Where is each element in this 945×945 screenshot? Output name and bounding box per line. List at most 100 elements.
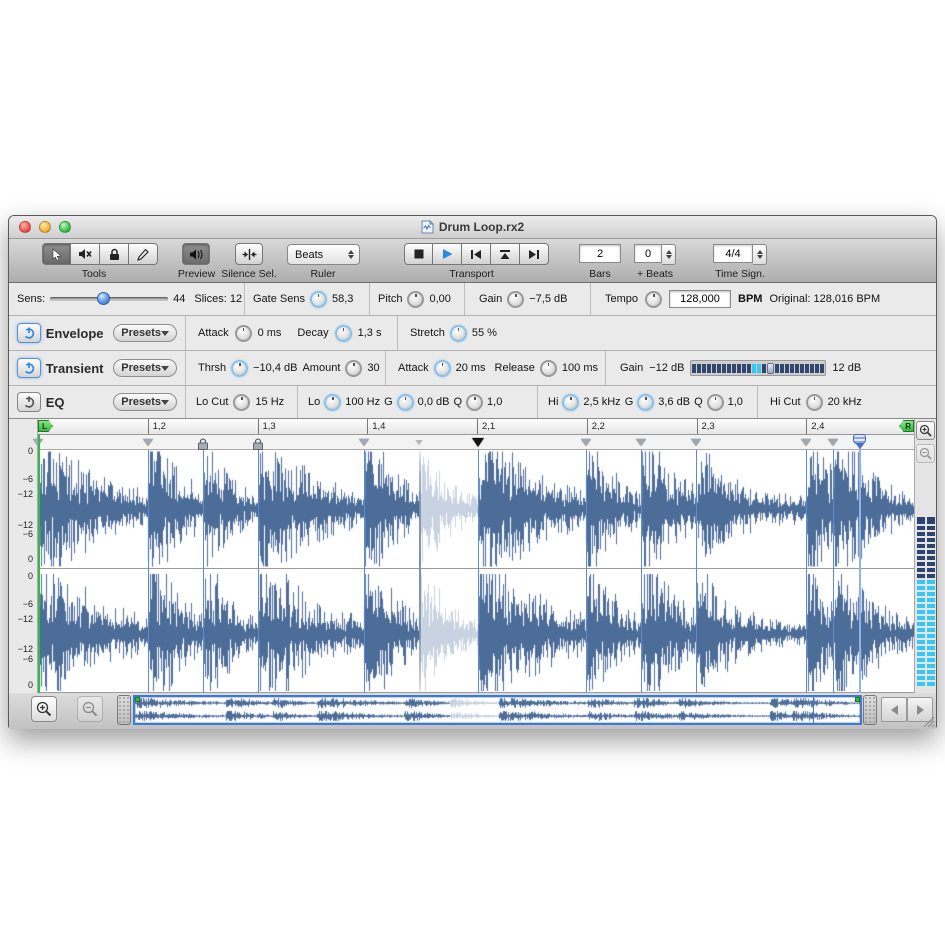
hi-freq-knob[interactable] xyxy=(562,394,579,411)
left-locator-line[interactable] xyxy=(38,434,40,693)
mute-tool-button[interactable] xyxy=(71,243,100,265)
play-button[interactable] xyxy=(433,243,462,265)
pencil-tool-button[interactable] xyxy=(129,243,158,265)
eq-presets-button[interactable]: Presets xyxy=(113,393,177,411)
timesig-stepper[interactable] xyxy=(753,244,767,265)
slice-line[interactable] xyxy=(806,450,807,693)
slice-marker[interactable] xyxy=(143,439,153,446)
amount-knob[interactable] xyxy=(345,360,362,377)
overview-left-handle[interactable] xyxy=(117,695,131,725)
preview-button[interactable] xyxy=(182,243,210,265)
lo-q-knob[interactable] xyxy=(466,394,483,411)
slice-marker[interactable] xyxy=(359,439,369,446)
slice-line[interactable] xyxy=(478,450,479,693)
arrow-tool-button[interactable] xyxy=(42,243,71,265)
tr-attack-value: 20 ms xyxy=(456,362,486,374)
lock-tool-button[interactable] xyxy=(100,243,129,265)
transient-presets-button[interactable]: Presets xyxy=(113,359,177,377)
beat-ruler[interactable]: 11,21,31,42,12,22,32,4LR xyxy=(38,419,916,435)
slice-marker[interactable] xyxy=(636,439,646,446)
overview-waveform[interactable] xyxy=(135,697,860,723)
meter-row xyxy=(917,652,935,656)
slice-line[interactable] xyxy=(148,450,149,693)
tr-attack-knob[interactable] xyxy=(434,360,451,377)
scroll-left-button[interactable] xyxy=(881,697,907,722)
tempo-field[interactable] xyxy=(669,290,731,308)
go-to-start-button[interactable] xyxy=(462,243,491,265)
slice-line[interactable] xyxy=(641,450,642,693)
resize-handle[interactable] xyxy=(922,715,935,728)
transient-power-button[interactable] xyxy=(17,358,41,378)
slice-line[interactable] xyxy=(696,450,697,693)
right-locator-flag[interactable]: R xyxy=(899,420,914,432)
titlebar[interactable]: Drum Loop.rx2 xyxy=(9,216,936,239)
hi-gain-knob[interactable] xyxy=(637,394,654,411)
return-to-marker-button[interactable] xyxy=(491,243,520,265)
playhead-marker[interactable] xyxy=(853,434,866,444)
silence-selection-button[interactable] xyxy=(235,243,263,265)
gate-sens-knob[interactable] xyxy=(310,291,327,308)
thrsh-knob[interactable] xyxy=(231,360,248,377)
lo-g-label: G xyxy=(384,396,393,408)
slice-marker[interactable] xyxy=(691,439,701,446)
left-locator-flag[interactable]: L xyxy=(38,420,53,432)
hicut-knob[interactable] xyxy=(806,394,823,411)
slice-line[interactable] xyxy=(364,450,365,693)
meter-row xyxy=(917,538,935,542)
envelope-power-button[interactable] xyxy=(17,323,41,343)
overview-playhead xyxy=(813,697,814,723)
hi-q-knob[interactable] xyxy=(707,394,724,411)
slice-marker[interactable] xyxy=(828,439,838,446)
meter-segment xyxy=(790,364,794,373)
ruler-units-popup[interactable]: Beats xyxy=(287,244,360,265)
lo-freq-knob[interactable] xyxy=(324,394,341,411)
slice-line[interactable] xyxy=(586,450,587,693)
bars-field[interactable] xyxy=(579,244,621,263)
horizontal-zoom-in-button[interactable] xyxy=(31,696,57,722)
waveform-editor[interactable]: 11,21,31,42,12,22,32,4LR xyxy=(38,419,916,693)
beats-stepper[interactable] xyxy=(662,244,676,265)
transient-gain-meter[interactable] xyxy=(690,360,826,376)
bottom-bar xyxy=(9,693,936,729)
meter-row xyxy=(917,562,935,566)
global-params-row: Sens: 44 Slices: 12 Gate Sens 58,3 Pitch… xyxy=(9,283,936,316)
stop-button[interactable] xyxy=(404,243,433,265)
beat-tick xyxy=(477,419,478,434)
close-button[interactable] xyxy=(19,221,31,233)
env-decay-knob[interactable] xyxy=(335,325,352,342)
eq-power-button[interactable] xyxy=(17,392,41,412)
vertical-zoom-in-button[interactable] xyxy=(916,421,935,440)
slice-marker[interactable] xyxy=(581,439,591,446)
selected-slice-marker[interactable] xyxy=(472,438,484,447)
minimize-button[interactable] xyxy=(39,221,51,233)
go-to-end-button[interactable] xyxy=(520,243,549,265)
slice-line[interactable] xyxy=(258,450,259,693)
tempo-knob[interactable] xyxy=(645,291,662,308)
playhead-line[interactable] xyxy=(859,435,861,693)
stretch-value: 55 % xyxy=(472,327,497,339)
loop-overview[interactable] xyxy=(133,695,862,725)
horizontal-zoom-out-button[interactable] xyxy=(77,696,103,722)
sens-slider-thumb[interactable] xyxy=(97,292,110,305)
zoom-button[interactable] xyxy=(59,221,71,233)
gain-knob[interactable] xyxy=(507,291,524,308)
slice-line[interactable] xyxy=(833,450,834,693)
sens-slider[interactable] xyxy=(50,292,168,306)
stretch-knob[interactable] xyxy=(450,325,467,342)
pitch-knob[interactable] xyxy=(407,291,424,308)
vertical-zoom-out-button[interactable] xyxy=(916,444,935,463)
slice-marker-strip[interactable] xyxy=(38,435,916,450)
locut-knob[interactable] xyxy=(233,394,250,411)
envelope-presets-label: Presets xyxy=(121,327,161,339)
release-knob[interactable] xyxy=(540,360,557,377)
lo-value: 100 Hz xyxy=(345,396,380,408)
slice-marker[interactable] xyxy=(801,439,811,446)
slice-line[interactable] xyxy=(203,450,204,693)
db-label: 0 xyxy=(28,446,33,456)
slice-marker[interactable] xyxy=(415,440,422,445)
env-attack-knob[interactable] xyxy=(235,325,252,342)
envelope-presets-button[interactable]: Presets xyxy=(113,324,177,342)
meter-segment xyxy=(757,364,761,373)
overview-right-handle[interactable] xyxy=(863,695,877,725)
lo-gain-knob[interactable] xyxy=(397,394,414,411)
